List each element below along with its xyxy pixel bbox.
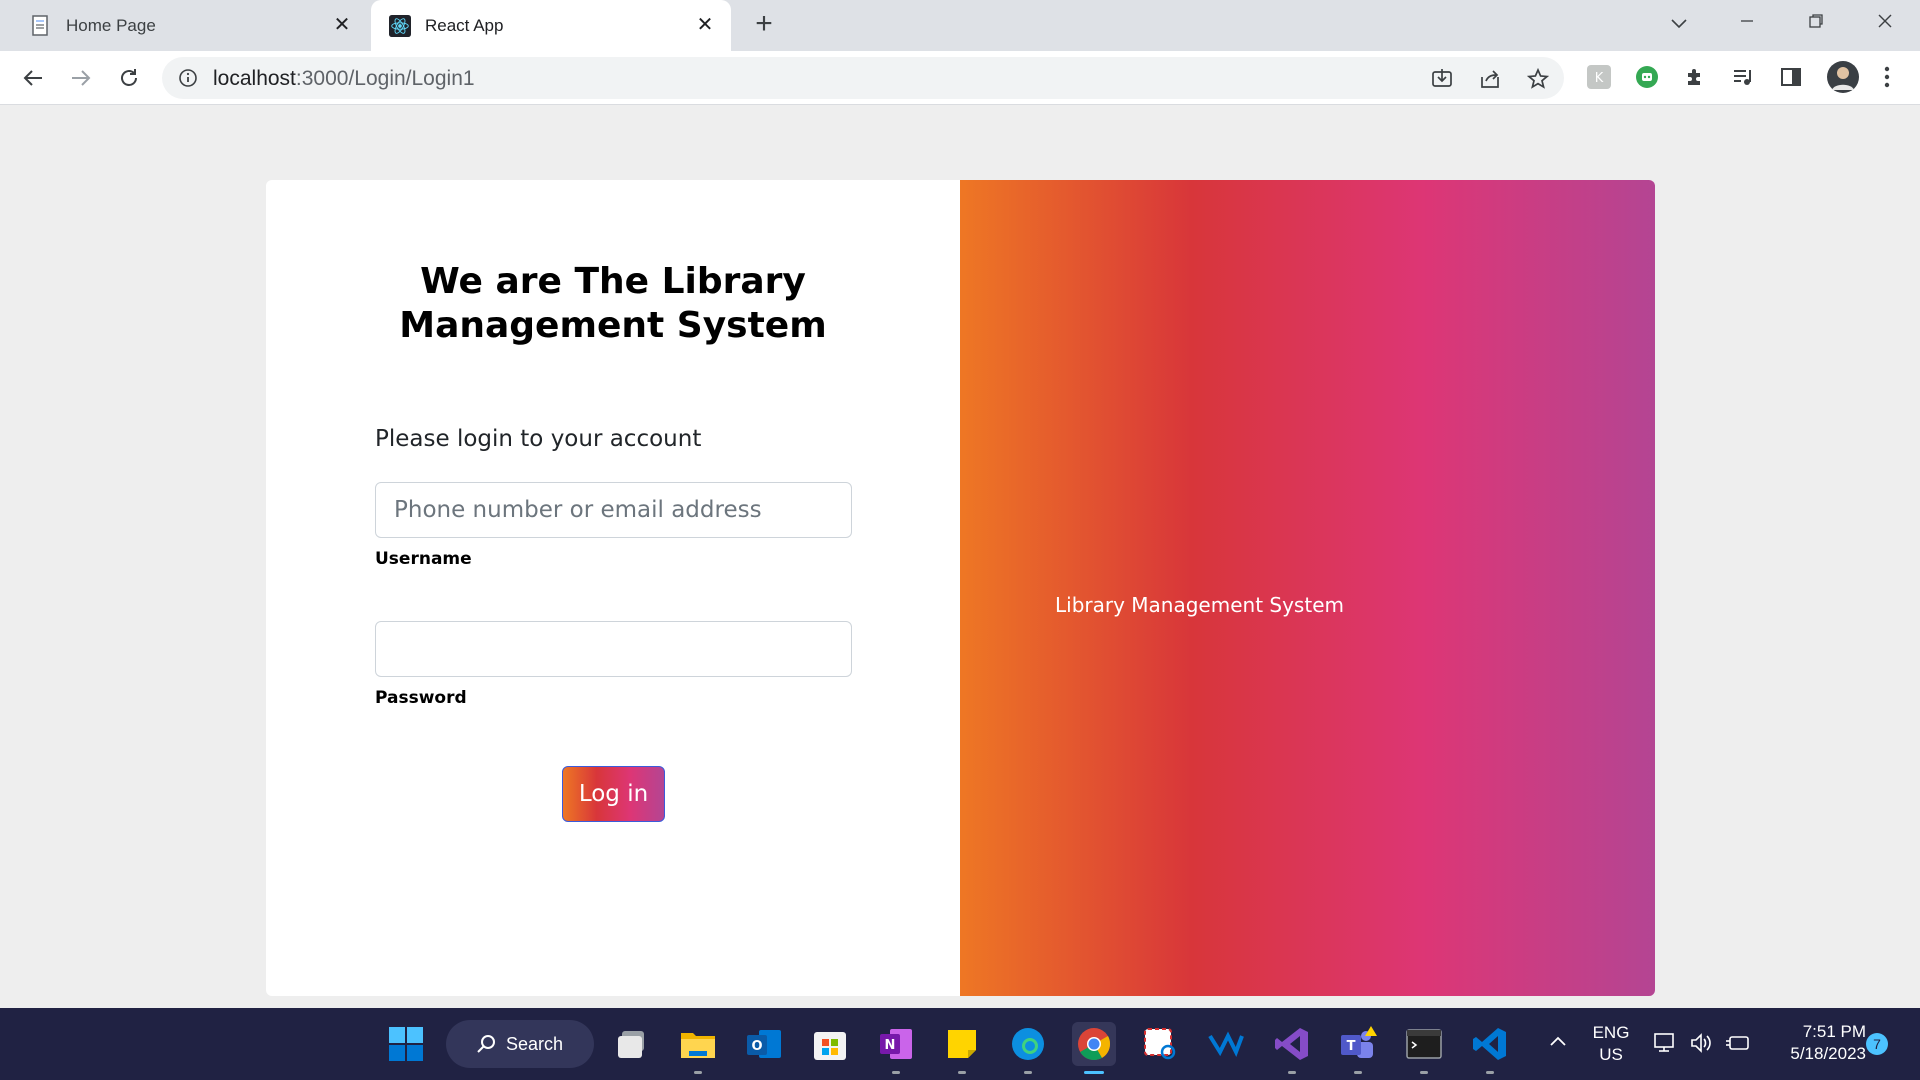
language-line-1: ENG bbox=[1592, 1023, 1630, 1042]
tab-search-chevron-icon[interactable] bbox=[1659, 8, 1699, 38]
tab-react-app[interactable]: React App ✕ bbox=[371, 0, 731, 51]
vscode-icon[interactable] bbox=[1468, 1022, 1512, 1074]
teams-icon[interactable]: T bbox=[1336, 1022, 1380, 1074]
language-line-2: US bbox=[1599, 1045, 1623, 1064]
extension-k-icon[interactable]: K bbox=[1586, 64, 1612, 90]
close-tab-icon[interactable]: ✕ bbox=[330, 13, 354, 37]
install-app-icon[interactable] bbox=[1430, 67, 1454, 91]
site-info-icon[interactable] bbox=[178, 68, 198, 88]
restore-icon[interactable] bbox=[1796, 8, 1836, 38]
chrome-menu-icon[interactable] bbox=[1874, 64, 1900, 90]
username-input[interactable] bbox=[375, 482, 852, 538]
browser-toolbar: localhost:3000/Login/Login1 K bbox=[0, 51, 1920, 105]
login-card: We are The Library Management System Ple… bbox=[266, 180, 1655, 996]
clock-time: 7:51 PM bbox=[1802, 1022, 1866, 1041]
back-arrow-icon[interactable] bbox=[18, 63, 48, 93]
svg-text:K: K bbox=[1595, 71, 1604, 86]
onenote-icon[interactable]: N bbox=[874, 1022, 918, 1074]
login-button[interactable]: Log in bbox=[562, 766, 665, 822]
tab-title: Home Page bbox=[66, 15, 156, 35]
login-form-pane: We are The Library Management System Ple… bbox=[266, 180, 960, 996]
extension-robot-icon[interactable] bbox=[1634, 64, 1660, 90]
media-queue-icon[interactable] bbox=[1730, 64, 1756, 90]
gradient-banner: Library Management System bbox=[960, 180, 1655, 996]
visual-studio-icon[interactable] bbox=[1270, 1022, 1314, 1074]
clock[interactable]: 7:51 PM 5/18/2023 bbox=[1766, 1021, 1866, 1065]
taskbar-search[interactable]: Search bbox=[446, 1020, 594, 1068]
heading-line-1: We are The Library bbox=[420, 261, 806, 302]
url-path: :3000/Login/Login1 bbox=[295, 67, 475, 90]
close-tab-icon[interactable]: ✕ bbox=[693, 13, 717, 37]
volume-icon[interactable] bbox=[1688, 1032, 1714, 1060]
banner-text: Library Management System bbox=[1055, 593, 1344, 617]
windows-start-icon[interactable] bbox=[384, 1022, 428, 1066]
show-hidden-icons-chevron-icon[interactable] bbox=[1544, 1032, 1572, 1054]
password-label: Password bbox=[375, 688, 467, 708]
browser-tab-bar: Home Page ✕ React App ✕ + bbox=[0, 0, 1920, 51]
svg-text:N: N bbox=[885, 1038, 896, 1053]
terminal-icon[interactable] bbox=[1402, 1022, 1446, 1074]
clock-date: 5/18/2023 bbox=[1790, 1044, 1866, 1063]
username-label: Username bbox=[375, 549, 472, 569]
extensions-puzzle-icon[interactable] bbox=[1682, 64, 1708, 90]
svg-text:O: O bbox=[751, 1039, 762, 1054]
notification-badge[interactable]: 7 bbox=[1866, 1033, 1888, 1055]
url-text: localhost:3000/Login/Login1 bbox=[213, 67, 475, 91]
new-tab-icon[interactable]: + bbox=[749, 9, 779, 40]
share-icon[interactable] bbox=[1478, 67, 1502, 91]
minimize-icon[interactable] bbox=[1727, 8, 1767, 38]
react-icon bbox=[389, 14, 411, 37]
password-input[interactable] bbox=[375, 621, 852, 677]
heading-line-2: Management System bbox=[399, 305, 827, 346]
windows-taskbar: Search O N T ENG US 7:51 PM 5/18/2023 7 bbox=[0, 1008, 1920, 1080]
snipping-tool-icon[interactable] bbox=[1138, 1022, 1182, 1066]
network-icon[interactable] bbox=[1652, 1032, 1678, 1060]
azure-data-studio-icon[interactable] bbox=[1204, 1022, 1248, 1066]
tab-title: React App bbox=[425, 15, 504, 35]
url-host: localhost bbox=[213, 67, 296, 90]
svg-text:T: T bbox=[1347, 1039, 1356, 1054]
address-bar[interactable]: localhost:3000/Login/Login1 bbox=[162, 57, 1564, 99]
profile-avatar[interactable] bbox=[1826, 60, 1860, 94]
forward-arrow-icon[interactable] bbox=[66, 63, 96, 93]
language-indicator[interactable]: ENG US bbox=[1586, 1022, 1636, 1066]
edge-icon[interactable] bbox=[1006, 1022, 1050, 1074]
outlook-icon[interactable]: O bbox=[742, 1022, 786, 1066]
reload-icon[interactable] bbox=[114, 63, 144, 93]
login-instruction: Please login to your account bbox=[375, 426, 702, 452]
close-window-icon[interactable] bbox=[1865, 8, 1905, 38]
bookmark-star-icon[interactable] bbox=[1526, 67, 1550, 91]
document-icon bbox=[30, 14, 52, 37]
chrome-icon[interactable] bbox=[1072, 1022, 1116, 1074]
search-label: Search bbox=[506, 1033, 564, 1054]
side-panel-icon[interactable] bbox=[1778, 64, 1804, 90]
task-view-icon[interactable] bbox=[610, 1022, 654, 1066]
tab-home-page[interactable]: Home Page ✕ bbox=[0, 0, 368, 51]
microsoft-store-icon[interactable] bbox=[808, 1022, 852, 1066]
battery-charging-icon[interactable] bbox=[1724, 1032, 1752, 1060]
search-icon bbox=[477, 1035, 495, 1053]
sticky-notes-icon[interactable] bbox=[940, 1022, 984, 1074]
page-title: We are The Library Management System bbox=[266, 260, 960, 348]
file-explorer-icon[interactable] bbox=[676, 1022, 720, 1074]
